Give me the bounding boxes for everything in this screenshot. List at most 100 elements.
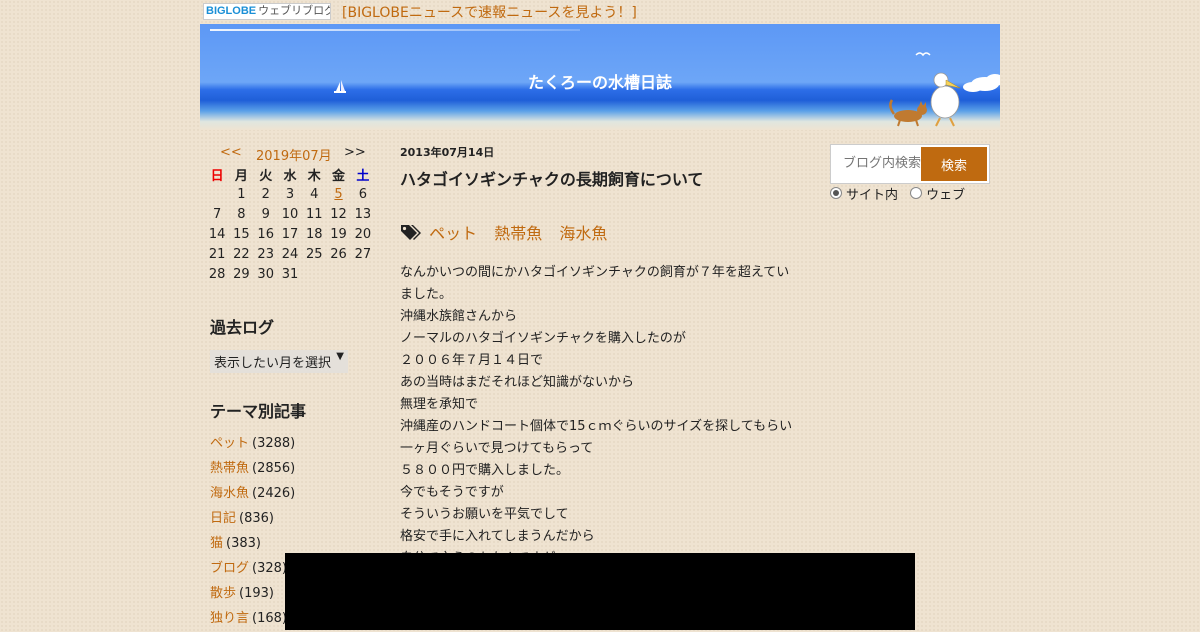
tag-link-pet[interactable]: ペット [429,224,477,243]
calendar-day-link-text[interactable]: 5 [334,187,342,202]
tags-icon [401,225,421,240]
theme-item: 日記 (836) [210,507,295,532]
calendar-prev-month-link[interactable]: << [220,145,242,160]
search-scope: サイト内 ウェブ [830,184,965,203]
search-button[interactable]: 検索 [921,147,987,181]
theme-count: (328) [252,561,287,576]
blog-search-box: 検索 [830,144,990,184]
calendar-day: 25 [305,246,323,262]
calendar-day: 17 [281,226,299,242]
calendar-day: 3 [285,186,295,202]
post-line: 無理を承知で [400,397,479,412]
ad-overlay [285,553,915,630]
biglobe-news-link[interactable]: [BIGLOBEニュースで速報ニュースを見よう！] [342,2,637,22]
calendar-day: 4 [310,186,319,202]
calendar-day: 11 [305,206,323,222]
calendar-week: 7 8 9 10 11 12 13 [205,204,375,224]
calendar-day: 6 [358,186,367,202]
theme-item: ブログ (328) [210,557,295,582]
calendar-week: 14 15 16 17 18 19 20 [205,224,375,244]
tag-link-marine-fish[interactable]: 海水魚 [559,224,607,243]
scope-site-label: サイト内 [846,188,899,203]
post-line: 一ヶ月ぐらいで見つけてもらって [400,441,594,456]
archive-month-select[interactable]: 表示したい月を選択 ▼ [210,350,348,373]
blog-header-banner: たくろーの水槽日誌 [200,24,1000,130]
weekday-sat: 土 [356,168,370,184]
dropdown-arrow-icon: ▼ [336,351,344,362]
theme-link-cat[interactable]: 猫 [210,536,223,551]
top-bar: BIGLOBE ウェブリブログ [BIGLOBEニュースで速報ニュースを見よう！] [200,0,1000,24]
theme-item: ペット (3288) [210,432,295,457]
weekday-fri: 金 [332,168,346,184]
theme-count: (383) [226,536,261,551]
theme-link-monologue[interactable]: 独り言 [210,611,249,626]
theme-heading: テーマ別記事 [210,402,307,421]
calendar-day: 28 [208,266,226,282]
theme-count: (2426) [252,486,296,501]
calendar-weekday-row: 日 月 火 水 木 金 土 [205,164,375,184]
calendar-day: 18 [305,226,323,242]
theme-item: 散歩 (193) [210,582,295,607]
calendar-day-link[interactable]: 5 [326,184,350,204]
calendar-day: 13 [354,206,372,222]
calendar-next-month-link[interactable]: >> [344,145,366,160]
calendar-day: 22 [233,246,250,262]
blog-search-input[interactable] [833,147,927,179]
theme-link-marine-fish[interactable]: 海水魚 [210,486,249,501]
calendar-day: 16 [257,226,274,242]
calendar-day: 23 [257,246,274,262]
calendar-day: 26 [330,246,347,262]
calendar-day: 1 [237,186,246,202]
cat-icon [889,99,927,127]
calendar-day: 12 [330,206,347,222]
tag-link-tropical-fish[interactable]: 熱帯魚 [494,224,542,243]
logo-brand: BIGLOBE [206,5,257,17]
weekday-tue: 火 [259,168,273,184]
post-line: そういうお願いを平気でして [400,507,569,522]
calendar-day: 15 [233,226,250,242]
post-tags: ペット 熱帯魚 海水魚 [400,220,800,243]
scope-web-radio[interactable] [910,187,923,199]
post-line: 沖縄水族館さんから [400,309,518,324]
theme-link-tropical-fish[interactable]: 熱帯魚 [210,461,249,476]
left-sidebar: << 2019年07月 >> 日 月 火 水 木 金 土 1 2 3 4 5 6… [200,140,380,626]
post-line: ノーマルのハタゴイソギンチャクを購入したのが [400,331,686,346]
calendar-day: 2 [261,186,270,202]
calendar-day: 29 [233,266,250,282]
weekday-thu: 木 [307,168,321,184]
post-line: あの当時はまだそれほど知識がないから [400,375,635,390]
calendar-day: 9 [261,206,270,222]
post-date: 2013年07月14日 [400,146,495,159]
theme-item: 海水魚 (2426) [210,482,295,507]
theme-link-pet[interactable]: ペット [210,436,249,451]
scope-site-radio[interactable] [830,187,842,199]
calendar-day [326,264,350,284]
calendar-day: 24 [281,246,299,262]
main-content: 2013年07月14日 ハタゴイソギンチャクの長期飼育について ペット 熱帯魚 … [400,144,800,570]
theme-link-walk[interactable]: 散歩 [210,586,236,601]
biglobe-logo[interactable]: BIGLOBE ウェブリブログ [203,3,331,20]
calendar-day: 31 [281,266,299,282]
calendar-day: 8 [237,206,246,222]
theme-count: (168) [252,611,287,626]
logo-service: ウェブリブログ [258,5,331,17]
post-body: なんかいつの間にかハタゴイソギンチャクの飼育が７年を超えていました。 沖縄水族館… [400,262,795,570]
calendar-week: 1 2 3 4 5 6 [205,184,375,204]
weekday-mon: 月 [234,168,248,184]
calendar-day: 19 [330,226,347,242]
calendar-day: 14 [208,226,226,242]
calendar-day: 20 [354,226,372,242]
theme-link-blog[interactable]: ブログ [210,561,249,576]
blog-title[interactable]: たくろーの水槽日誌 [200,69,1000,93]
calendar-week: 28 29 30 31 [205,264,375,284]
calendar-day [351,264,375,284]
theme-link-diary[interactable]: 日記 [210,511,236,526]
theme-count: (193) [239,586,274,601]
post-line: 今でもそうですが [400,485,504,500]
post-title[interactable]: ハタゴイソギンチャクの長期飼育について [400,166,800,190]
post-line: 沖縄産のハンドコート個体で15ｃｍぐらいのサイズを探してもらい [400,419,793,434]
theme-item: 独り言 (168) [210,607,295,632]
calendar-current-month-link[interactable]: 2019年07月 [256,145,332,164]
calendar-week: 21 22 23 24 25 26 27 [205,244,375,264]
post-line: 格安で手に入れてしまうんだから [400,529,595,544]
